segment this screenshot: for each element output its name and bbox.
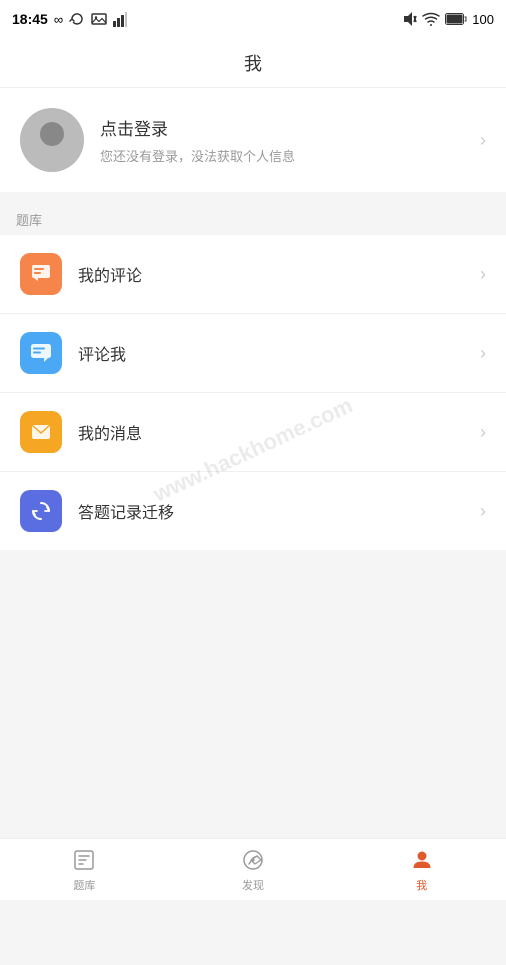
section-label: 题库 — [16, 213, 42, 228]
discover-tab-label: 发现 — [242, 877, 264, 893]
profile-left: 点击登录 您还没有登录，没法获取个人信息 — [20, 108, 295, 172]
my-comments-chevron: › — [480, 264, 486, 285]
section-header: 题库 — [0, 200, 506, 235]
page-header: 我 — [0, 38, 506, 88]
infinite-icon: ∞ — [54, 12, 63, 27]
menu-item-comment-me[interactable]: 评论我 › — [0, 314, 506, 393]
avatar — [20, 108, 84, 172]
status-right: 100 — [403, 11, 494, 27]
profile-info: 点击登录 您还没有登录，没法获取个人信息 — [100, 115, 295, 165]
tab-bar: 题库 发现 我 — [0, 838, 506, 900]
menu-item-my-comments[interactable]: 我的评论 › — [0, 235, 506, 314]
tiku-tab-label: 题库 — [73, 877, 95, 893]
menu-item-migration[interactable]: 答题记录迁移 › — [0, 472, 506, 550]
profile-chevron: › — [480, 130, 486, 151]
rotate-icon — [69, 11, 85, 27]
menu-item-left: 答题记录迁移 — [20, 490, 174, 532]
profile-section[interactable]: 点击登录 您还没有登录，没法获取个人信息 › — [0, 88, 506, 200]
migration-label: 答题记录迁移 — [78, 499, 174, 523]
migration-chevron: › — [480, 501, 486, 522]
discover-tab-icon — [240, 847, 266, 873]
page-title: 我 — [244, 50, 262, 76]
tab-me[interactable]: 我 — [337, 847, 506, 893]
my-messages-label: 我的消息 — [78, 420, 142, 444]
status-bar: 18:45 ∞ — [0, 0, 506, 38]
chat-icon — [30, 342, 52, 364]
menu-item-left: 我的消息 — [20, 411, 142, 453]
mute-icon — [403, 11, 417, 27]
battery-level: 100 — [472, 12, 494, 27]
tiku-tab-icon — [71, 847, 97, 873]
my-messages-icon — [20, 411, 62, 453]
comment-me-icon — [20, 332, 62, 374]
migration-icon — [20, 490, 62, 532]
menu-item-left: 我的评论 — [20, 253, 142, 295]
menu-item-my-messages[interactable]: 我的消息 › — [0, 393, 506, 472]
wifi-icon — [422, 12, 440, 26]
menu-section: 我的评论 › 评论我 › — [0, 235, 506, 550]
comment-me-label: 评论我 — [78, 341, 126, 365]
tab-discover[interactable]: 发现 — [169, 847, 338, 893]
login-text: 点击登录 — [100, 115, 295, 140]
status-time: 18:45 — [12, 11, 48, 27]
me-tab-label: 我 — [416, 877, 427, 893]
my-messages-chevron: › — [480, 422, 486, 443]
status-left: 18:45 ∞ — [12, 11, 127, 27]
my-comments-label: 我的评论 — [78, 262, 142, 286]
battery-icon — [445, 13, 467, 25]
signal-icon — [113, 11, 127, 27]
menu-item-left: 评论我 — [20, 332, 126, 374]
image-icon — [91, 11, 107, 27]
avatar-icon — [20, 108, 84, 172]
my-comments-icon — [20, 253, 62, 295]
comment-icon — [30, 263, 52, 285]
me-tab-icon — [409, 847, 435, 873]
transfer-icon — [30, 500, 52, 522]
tab-tiku[interactable]: 题库 — [0, 847, 169, 893]
message-icon — [30, 421, 52, 443]
profile-hint: 您还没有登录，没法获取个人信息 — [100, 146, 295, 165]
comment-me-chevron: › — [480, 343, 486, 364]
